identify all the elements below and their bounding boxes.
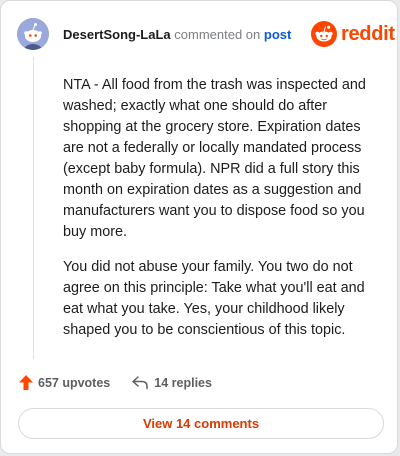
post-link[interactable]: post [264,27,291,42]
action-text: commented on [174,27,261,42]
view-comments-button[interactable]: View 14 comments [18,408,384,439]
snoo-avatar-icon [17,18,49,50]
upvote-count: 657 upvotes [38,375,111,390]
replies-button[interactable]: 14 replies [110,376,212,390]
reddit-wordmark: reddit [341,22,395,45]
comment-paragraph: You did not abuse your family. You two d… [63,259,365,338]
reply-arrow-icon [132,375,149,389]
comment-header: DesertSong-LaLa commented on post [63,27,291,42]
reply-count: 14 replies [154,375,212,390]
upvote-arrow-icon [19,375,33,390]
upvote-button[interactable]: 657 upvotes [19,375,110,390]
avatar[interactable] [17,18,49,50]
comment-card: DesertSong-LaLa commented on post reddit… [0,0,398,454]
reddit-logo: reddit [311,21,395,47]
comment-body: NTA - All food from the trash was inspec… [63,75,379,355]
reddit-alien-icon [311,21,337,47]
view-comments-label: View 14 comments [142,416,260,431]
comment-actions: 657 upvotes 14 replies [19,375,212,390]
thread-line[interactable] [33,57,34,359]
author-name[interactable]: DesertSong-LaLa [63,27,171,42]
comment-paragraph: NTA - All food from the trash was inspec… [63,77,366,240]
